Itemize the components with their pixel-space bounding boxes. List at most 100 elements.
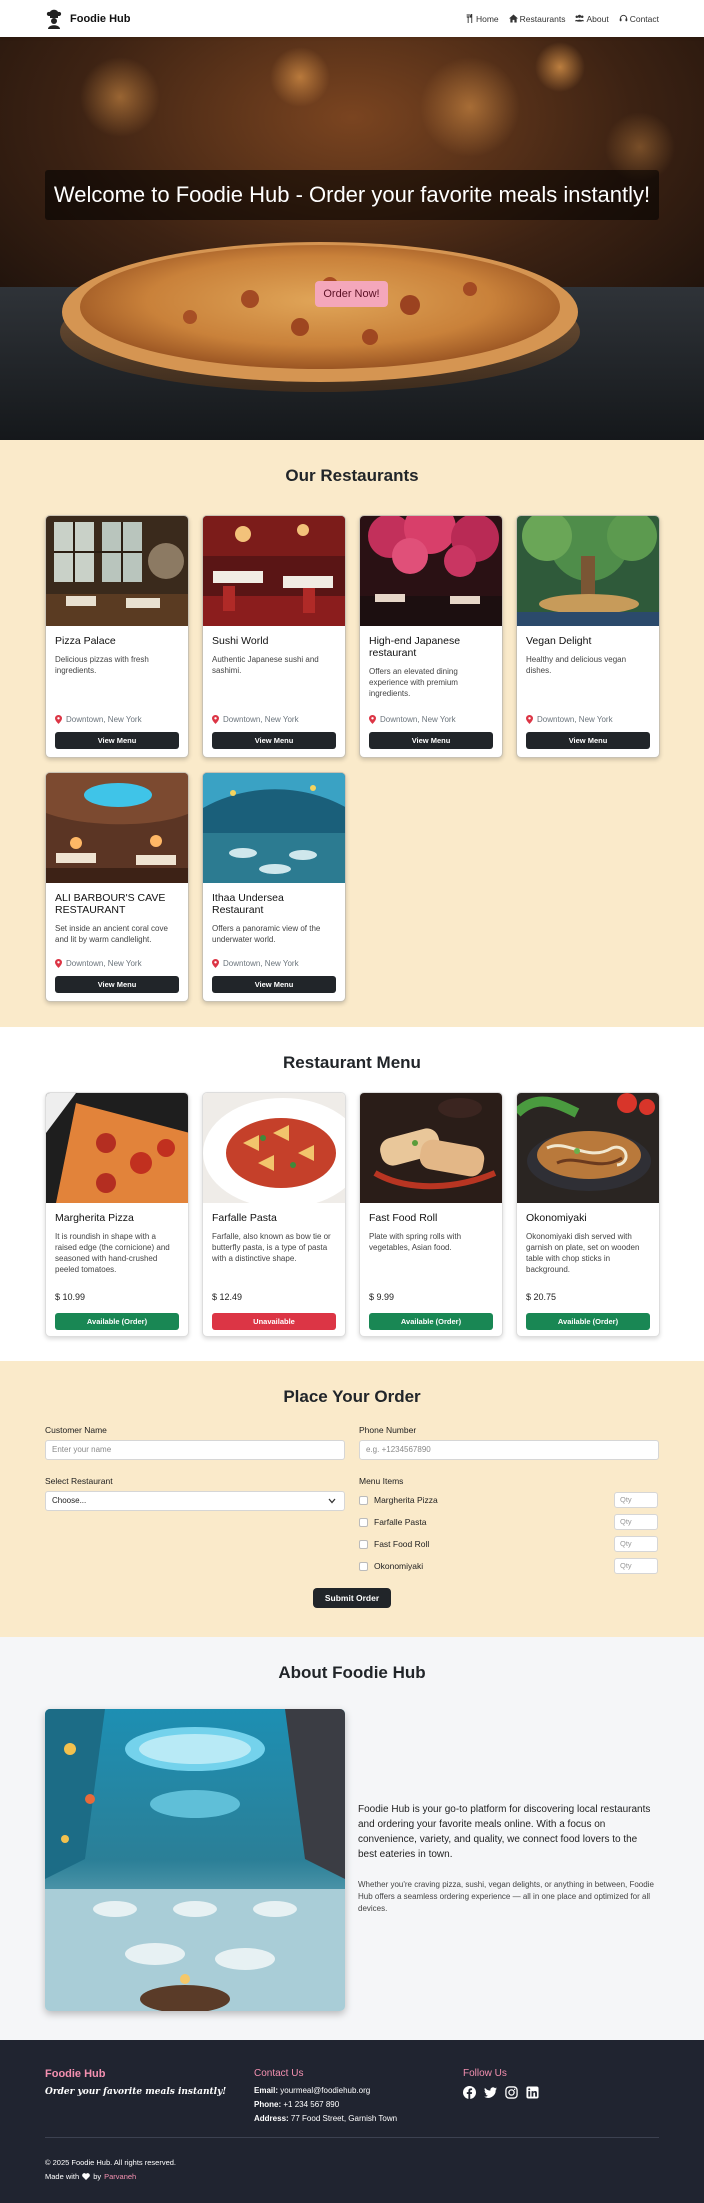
menu-item-checkbox[interactable]: Fast Food Roll (359, 1539, 429, 1549)
menu-title: Restaurant Menu (283, 1053, 421, 1072)
menu-card: Fast Food Roll Plate with spring rolls w… (359, 1092, 503, 1337)
order-status-button[interactable]: Available (Order) (55, 1313, 179, 1330)
restaurant-location: Downtown, New York (369, 715, 456, 724)
view-menu-button[interactable]: View Menu (369, 732, 493, 749)
dish-name: Okonomiyaki (526, 1212, 587, 1224)
checkbox[interactable] (359, 1495, 368, 1505)
restaurant-location: Downtown, New York (212, 959, 299, 968)
contact-phone: Phone: +1 234 567 890 (254, 2100, 339, 2109)
map-pin-icon (55, 715, 62, 724)
checkbox[interactable] (359, 1517, 368, 1527)
view-menu-button[interactable]: View Menu (526, 732, 650, 749)
restaurant-image (517, 516, 659, 626)
order-now-button[interactable]: Order Now! (315, 281, 388, 307)
restaurant-select[interactable]: Choose... (45, 1491, 345, 1511)
restaurant-image (46, 773, 188, 883)
menu-item-label: Fast Food Roll (374, 1539, 430, 1549)
email-value[interactable]: yourmeal@foodiehub.org (280, 2086, 370, 2095)
checkbox[interactable] (359, 1539, 368, 1549)
address-value: 77 Food Street, Garnish Town (290, 2114, 398, 2123)
footer: Foodie Hub Order your favorite meals ins… (0, 2040, 704, 2203)
twitter-icon[interactable] (484, 2086, 497, 2099)
phone-value[interactable]: +1 234 567 890 (283, 2100, 339, 2109)
checkbox[interactable] (359, 1561, 368, 1571)
restaurants-title: Our Restaurants (285, 466, 419, 485)
nav-about[interactable]: About (575, 13, 609, 24)
dish-desc: Okonomiyaki dish served with garnish on … (526, 1232, 640, 1274)
restaurant-card: Vegan Delight Healthy and delicious vega… (516, 515, 660, 758)
map-pin-icon (212, 715, 219, 724)
view-menu-button[interactable]: View Menu (212, 732, 336, 749)
view-menu-button[interactable]: View Menu (212, 976, 336, 993)
submit-order-button[interactable]: Submit Order (313, 1588, 391, 1608)
menu-item-checkbox[interactable]: Margherita Pizza (359, 1495, 438, 1505)
location-text: Downtown, New York (380, 715, 456, 724)
restaurant-name: High-end Japanese restaurant (369, 635, 461, 659)
contact-address: Address: 77 Food Street, Garnish Town (254, 2114, 397, 2123)
restaurant-desc: Healthy and delicious vegan dishes. (526, 655, 627, 675)
restaurant-name: Pizza Palace (55, 635, 116, 647)
footer-divider (45, 2137, 659, 2138)
dish-name: Farfalle Pasta (212, 1212, 277, 1224)
menu-item-label: Farfalle Pasta (374, 1517, 427, 1527)
view-menu-button[interactable]: View Menu (55, 976, 179, 993)
phone-input[interactable]: e.g. +1234567890 (359, 1440, 659, 1460)
menu-section: Restaurant Menu Margherita Pizza It is r… (0, 1027, 704, 1361)
qty-input[interactable]: Qty (614, 1558, 658, 1574)
contact-email: Email: yourmeal@foodiehub.org (254, 2086, 370, 2095)
qty-input[interactable]: Qty (614, 1514, 658, 1530)
utensils-icon (466, 14, 473, 23)
restaurant-desc: Offers a panoramic view of the underwate… (212, 924, 321, 944)
brand-title: Foodie Hub (70, 12, 131, 25)
nav-contact[interactable]: Contact (619, 14, 659, 24)
dish-price: $ 12.49 (212, 1292, 243, 1302)
restaurant-card: Sushi World Authentic Japanese sushi and… (202, 515, 346, 758)
email-label: Email: (254, 2086, 279, 2095)
phone-label: Phone Number (359, 1425, 417, 1435)
restaurant-select-value: Choose... (52, 1496, 87, 1505)
dish-price: $ 10.99 (55, 1292, 86, 1302)
restaurant-name: Ithaa Undersea Restaurant (212, 892, 284, 916)
nav-restaurants[interactable]: Restaurants (508, 14, 565, 24)
order-status-button[interactable]: Available (Order) (526, 1313, 650, 1330)
made-with-text: Made with (45, 2172, 80, 2181)
underwater-restaurant-image (45, 1709, 345, 2011)
instagram-icon[interactable] (505, 2086, 518, 2099)
restaurant-location: Downtown, New York (55, 959, 142, 968)
menu-item-label: Margherita Pizza (374, 1495, 438, 1505)
chevron-down-icon (328, 1498, 336, 1504)
restaurant-image (203, 516, 345, 626)
menu-card: Farfalle Pasta Farfalle, also known as b… (202, 1092, 346, 1337)
linkedin-icon[interactable] (526, 2086, 539, 2099)
order-status-button[interactable]: Available (Order) (369, 1313, 493, 1330)
nav-about-label: About (586, 13, 609, 24)
dish-desc: Plate with spring rolls with vegetables,… (369, 1232, 462, 1252)
restaurant-name: ALI BARBOUR'S CAVE RESTAURANT (55, 892, 166, 916)
restaurant-location: Downtown, New York (526, 715, 613, 724)
follow-title: Follow Us (463, 2068, 507, 2079)
view-menu-button[interactable]: View Menu (55, 732, 179, 749)
menu-item-checkbox[interactable]: Okonomiyaki (359, 1561, 423, 1571)
restaurant-card: Pizza Palace Delicious pizzas with fresh… (45, 515, 189, 758)
author-link[interactable]: Parvaneh (104, 2172, 136, 2181)
dish-image (360, 1093, 502, 1203)
nav-home[interactable]: Home (465, 14, 499, 24)
facebook-icon[interactable] (463, 2086, 476, 2099)
navbar: Foodie Hub Home Restaurants About Contac… (0, 0, 704, 37)
restaurant-desc: Authentic Japanese sushi and sashimi. (212, 655, 319, 675)
restaurant-location: Downtown, New York (212, 715, 299, 724)
qty-input[interactable]: Qty (614, 1536, 658, 1552)
chef-icon (46, 9, 62, 29)
menu-item-checkbox[interactable]: Farfalle Pasta (359, 1517, 426, 1527)
menu-card: Margherita Pizza It is roundish in shape… (45, 1092, 189, 1337)
qty-input[interactable]: Qty (614, 1492, 658, 1508)
location-text: Downtown, New York (66, 959, 142, 968)
dish-desc: Farfalle, also known as bow tie or butte… (212, 1232, 331, 1263)
hero-pizza-image (0, 37, 704, 440)
map-pin-icon (212, 959, 219, 968)
address-label: Address: (254, 2114, 289, 2123)
customer-name-input[interactable]: Enter your name (45, 1440, 345, 1460)
order-status-button[interactable]: Unavailable (212, 1313, 336, 1330)
brand[interactable]: Foodie Hub (45, 9, 131, 29)
phone-label: Phone: (254, 2100, 282, 2109)
